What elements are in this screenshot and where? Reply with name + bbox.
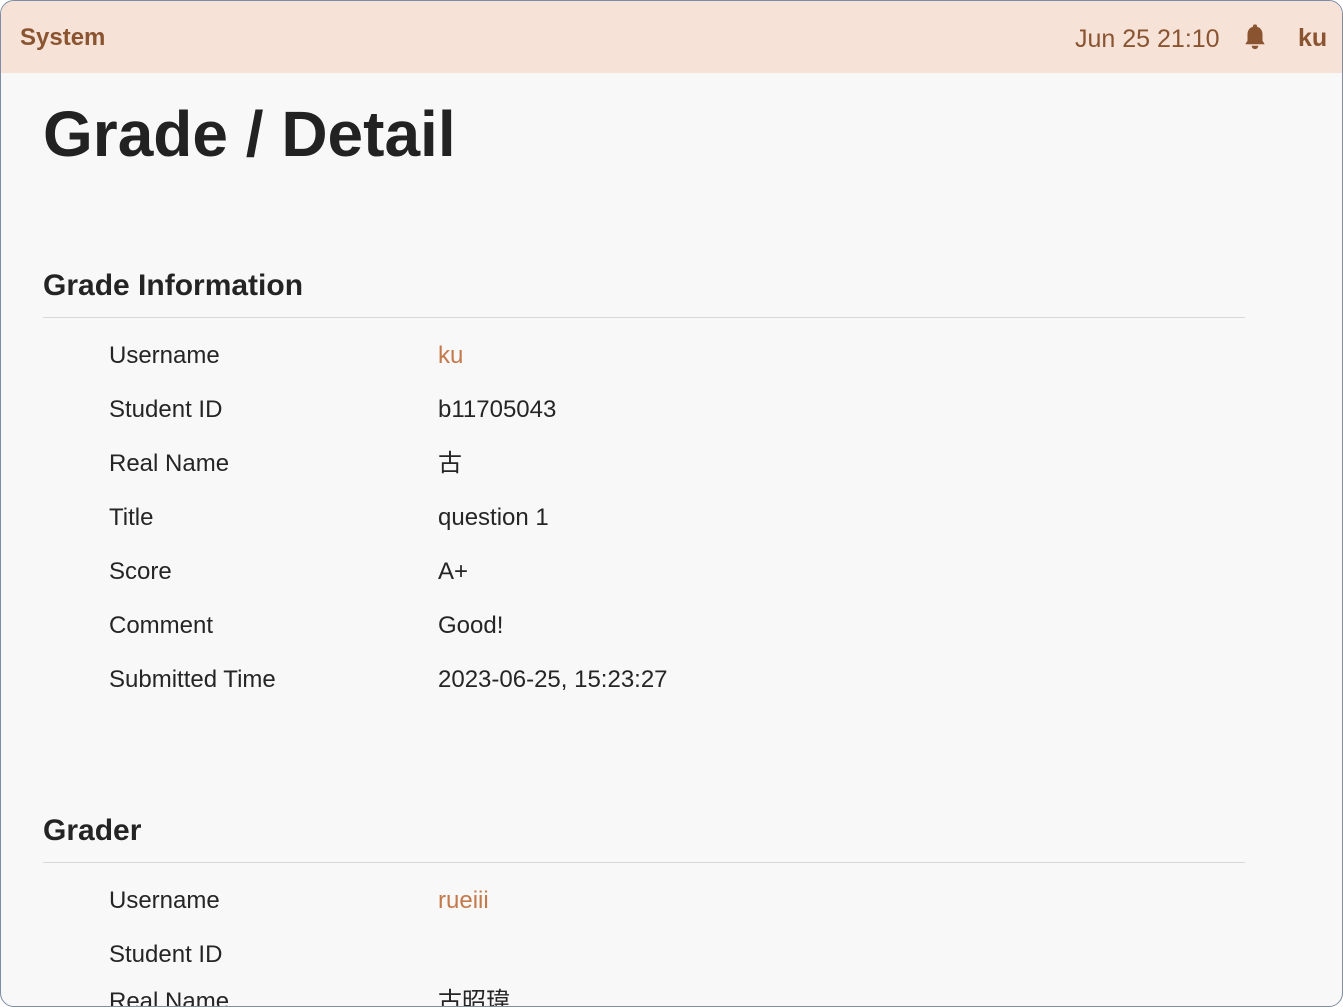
- grade-information-divider: [43, 317, 1245, 318]
- grader-username-label: Username: [109, 887, 220, 914]
- system-home-link[interactable]: System: [20, 23, 105, 53]
- current-date-time: Jun 25 21:10: [1075, 25, 1220, 53]
- grade-comment-value: Good!: [438, 612, 504, 639]
- grade-student-id-value: b11705043: [438, 396, 557, 423]
- top-navigation-bar: System Jun 25 21:10 ku: [1, 1, 1342, 73]
- user-menu[interactable]: ku: [1298, 22, 1327, 54]
- app-window: System Jun 25 21:10 ku Grade / Detail Gr…: [0, 0, 1343, 1007]
- bell-icon[interactable]: [1242, 24, 1268, 52]
- grade-submitted-time-label: Submitted Time: [109, 666, 276, 693]
- grade-submitted-time-value: 2023-06-25, 15:23:27: [438, 666, 668, 693]
- page-title: Grade / Detail: [43, 98, 456, 170]
- grade-real-name-value: 古: [438, 450, 462, 477]
- grade-comment-label: Comment: [109, 612, 214, 639]
- grader-real-name-value: 古昭瑋: [438, 988, 510, 1007]
- grade-real-name-label: Real Name: [109, 450, 230, 477]
- grade-username-link[interactable]: ku: [438, 341, 463, 371]
- grader-heading: Grader: [43, 814, 142, 847]
- grade-information-heading: Grade Information: [43, 269, 304, 302]
- grader-username-link[interactable]: rueiii: [438, 886, 489, 916]
- grader-real-name-label: Real Name: [109, 988, 230, 1007]
- grade-title-label: Title: [109, 504, 154, 531]
- grader-student-id-label: Student ID: [109, 941, 223, 968]
- grade-score-label: Score: [109, 558, 172, 585]
- grade-score-value: A+: [438, 558, 469, 585]
- grade-username-label: Username: [109, 342, 220, 369]
- grade-title-value: question 1: [438, 504, 549, 531]
- grader-divider: [43, 862, 1245, 863]
- grade-student-id-label: Student ID: [109, 396, 223, 423]
